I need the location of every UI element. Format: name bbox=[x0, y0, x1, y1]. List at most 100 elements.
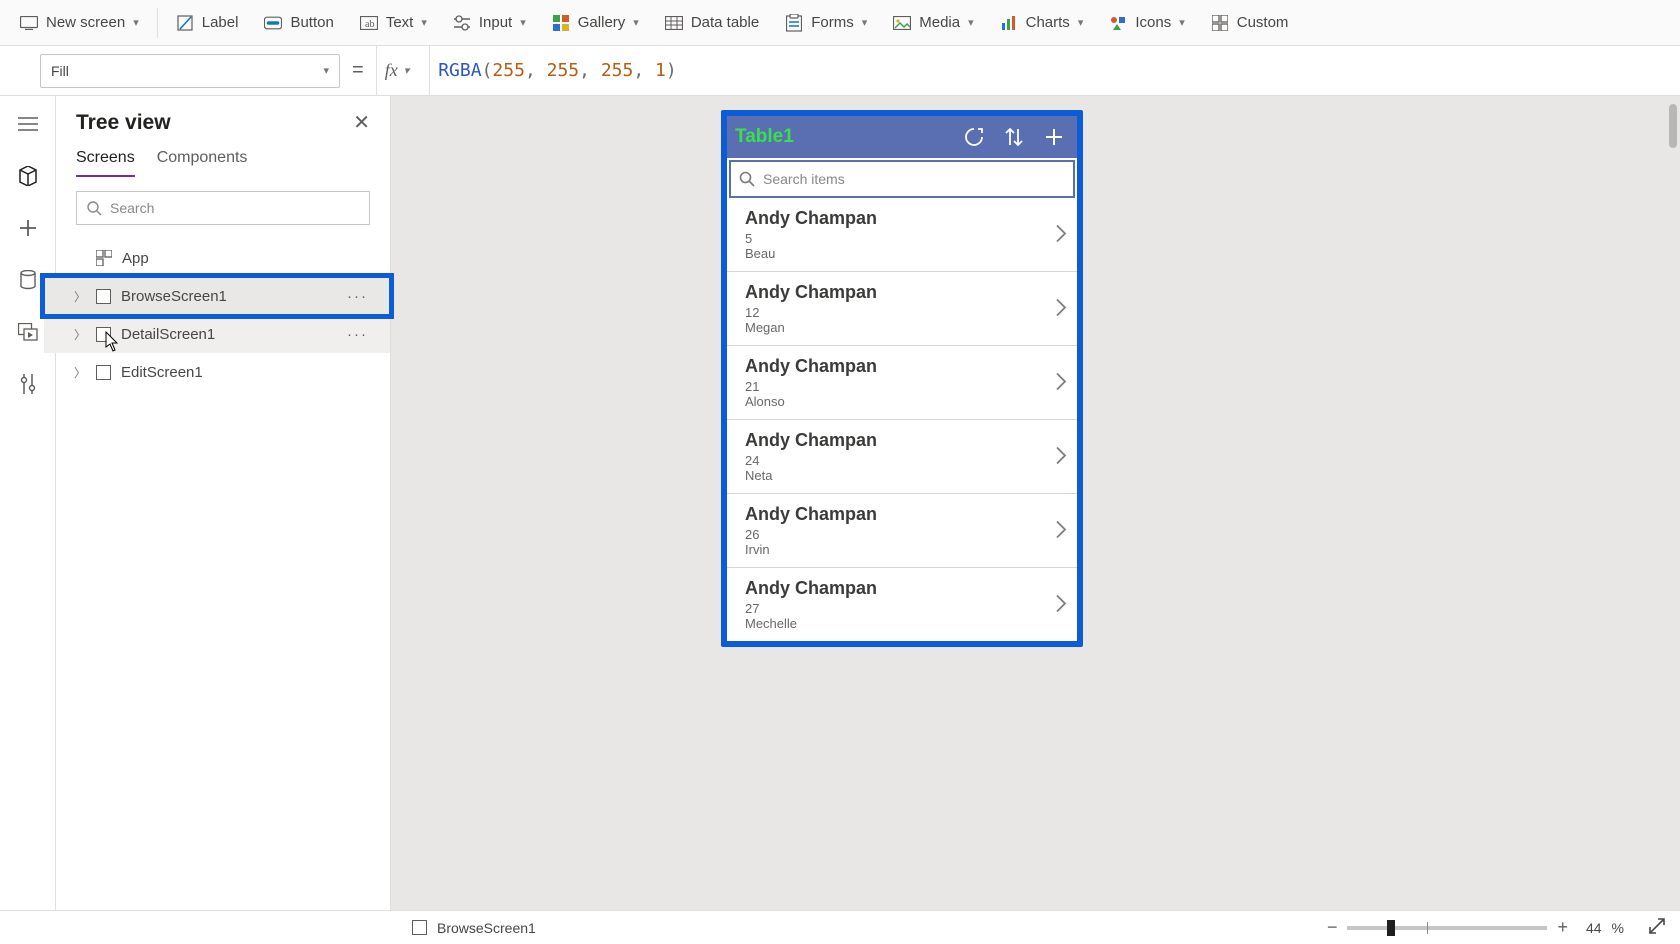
sort-icon[interactable] bbox=[999, 122, 1029, 152]
property-dropdown[interactable]: Fill ▾ bbox=[40, 54, 340, 88]
canvas[interactable]: Table1 Search items Andy Champan 5 bbox=[391, 96, 1680, 910]
status-selected-label: BrowseScreen1 bbox=[437, 920, 536, 936]
formula-arg-3: 1 bbox=[655, 60, 666, 81]
text-button-label: Text bbox=[386, 14, 414, 31]
list-item-sub2: Alonso bbox=[745, 394, 1063, 409]
hamburger-icon[interactable] bbox=[16, 112, 40, 136]
chevron-down-icon: ▾ bbox=[1078, 16, 1084, 29]
icons-button-label: Icons bbox=[1135, 14, 1171, 31]
list-item-sub1: 12 bbox=[745, 305, 1063, 320]
chevron-right-icon[interactable] bbox=[1055, 519, 1067, 542]
button-button-label: Button bbox=[290, 14, 333, 31]
button-button[interactable]: Button bbox=[252, 8, 345, 38]
text-button[interactable]: ab Text ▾ bbox=[348, 8, 439, 38]
charts-button-label: Charts bbox=[1026, 14, 1070, 31]
text-icon: ab bbox=[360, 14, 378, 32]
charts-button[interactable]: Charts ▾ bbox=[988, 8, 1096, 38]
tree-item-editscreen1[interactable]: 〉 EditScreen1 bbox=[44, 353, 390, 391]
tree-view-panel: Tree view ✕ Screens Components Search Ap… bbox=[56, 96, 391, 910]
more-icon[interactable]: ··· bbox=[347, 288, 368, 305]
list-item-title: Andy Champan bbox=[745, 578, 1063, 599]
zoom-out-button[interactable]: − bbox=[1327, 917, 1338, 938]
list-item-sub1: 24 bbox=[745, 453, 1063, 468]
forms-button[interactable]: Forms ▾ bbox=[773, 8, 879, 38]
input-icon bbox=[453, 14, 471, 32]
expand-icon[interactable]: 〉 bbox=[74, 326, 86, 343]
tree-item-browsescreen1[interactable]: 〉 BrowseScreen1 ··· bbox=[44, 277, 390, 315]
tree-search-input[interactable]: Search bbox=[76, 191, 370, 225]
tree-view-icon[interactable] bbox=[16, 164, 40, 188]
gallery-button[interactable]: Gallery ▾ bbox=[540, 8, 651, 38]
new-screen-button[interactable]: New screen ▾ bbox=[8, 8, 158, 38]
zoom-in-button[interactable]: + bbox=[1557, 917, 1568, 938]
tree-item-detailscreen1[interactable]: 〉 DetailScreen1 ··· bbox=[44, 315, 390, 353]
icons-icon bbox=[1109, 14, 1127, 32]
icons-button[interactable]: Icons ▾ bbox=[1097, 8, 1196, 38]
chevron-down-icon: ▾ bbox=[404, 64, 410, 77]
list-item[interactable]: Andy Champan 27 Mechelle bbox=[727, 568, 1077, 641]
advanced-tools-icon[interactable] bbox=[16, 372, 40, 396]
list-item[interactable]: Andy Champan 5 Beau bbox=[727, 198, 1077, 272]
app-preview-search[interactable]: Search items bbox=[729, 160, 1075, 198]
list-item[interactable]: Andy Champan 26 Irvin bbox=[727, 494, 1077, 568]
chevron-right-icon[interactable] bbox=[1055, 445, 1067, 468]
app-preview-title: Table1 bbox=[735, 126, 949, 148]
add-icon[interactable] bbox=[1039, 122, 1069, 152]
data-icon[interactable] bbox=[16, 268, 40, 292]
app-preview-header: Table1 bbox=[727, 116, 1077, 158]
zoom-slider[interactable] bbox=[1347, 926, 1547, 930]
svg-text:ab: ab bbox=[365, 19, 374, 30]
list-item[interactable]: Andy Champan 12 Megan bbox=[727, 272, 1077, 346]
fx-button[interactable]: fx ▾ bbox=[376, 46, 418, 95]
app-icon bbox=[96, 250, 112, 266]
refresh-icon[interactable] bbox=[959, 122, 989, 152]
tree-item-label: BrowseScreen1 bbox=[121, 288, 227, 305]
formula-input[interactable]: RGBA(255, 255, 255, 1) bbox=[429, 46, 677, 95]
list-item[interactable]: Andy Champan 21 Alonso bbox=[727, 346, 1077, 420]
list-item-sub2: Megan bbox=[745, 320, 1063, 335]
tree-item-app-label: App bbox=[122, 250, 149, 267]
equals-sign: = bbox=[352, 59, 364, 82]
tree-tabs: Screens Components bbox=[56, 139, 390, 177]
data-table-button-label: Data table bbox=[691, 14, 759, 31]
expand-icon[interactable]: 〉 bbox=[74, 288, 86, 305]
fit-to-screen-icon[interactable] bbox=[1648, 917, 1666, 938]
custom-icon bbox=[1211, 14, 1229, 32]
chevron-down-icon: ▾ bbox=[1179, 16, 1185, 29]
search-icon bbox=[87, 201, 102, 216]
status-bar: BrowseScreen1 − + 44 % bbox=[0, 910, 1680, 944]
tree-search-placeholder: Search bbox=[110, 200, 154, 216]
media-icon bbox=[893, 14, 911, 32]
media-button[interactable]: Media ▾ bbox=[881, 8, 985, 38]
label-button[interactable]: Label bbox=[164, 8, 251, 38]
label-button-label: Label bbox=[202, 14, 239, 31]
search-icon bbox=[739, 171, 755, 187]
gallery-icon bbox=[552, 14, 570, 32]
data-table-icon bbox=[665, 14, 683, 32]
chevron-down-icon: ▾ bbox=[133, 16, 139, 29]
new-screen-label: New screen bbox=[46, 14, 125, 31]
data-table-button[interactable]: Data table bbox=[653, 8, 771, 38]
app-preview[interactable]: Table1 Search items Andy Champan 5 bbox=[721, 110, 1083, 647]
chevron-right-icon[interactable] bbox=[1055, 297, 1067, 320]
main-area: Tree view ✕ Screens Components Search Ap… bbox=[0, 96, 1680, 910]
close-icon[interactable]: ✕ bbox=[353, 110, 370, 135]
list-item[interactable]: Andy Champan 24 Neta bbox=[727, 420, 1077, 494]
input-button[interactable]: Input ▾ bbox=[441, 8, 538, 38]
media-pane-icon[interactable] bbox=[16, 320, 40, 344]
expand-icon[interactable]: 〉 bbox=[74, 364, 86, 381]
tree-item-label: EditScreen1 bbox=[121, 364, 203, 381]
tab-components[interactable]: Components bbox=[157, 149, 248, 177]
more-icon[interactable]: ··· bbox=[347, 326, 368, 343]
tab-screens[interactable]: Screens bbox=[76, 149, 135, 177]
chevron-right-icon[interactable] bbox=[1055, 223, 1067, 246]
scrollbar-thumb[interactable] bbox=[1669, 104, 1677, 148]
tree-item-app[interactable]: App bbox=[44, 239, 390, 277]
chevron-right-icon[interactable] bbox=[1055, 593, 1067, 616]
insert-plus-icon[interactable] bbox=[16, 216, 40, 240]
screen-thumb-icon bbox=[96, 365, 111, 380]
chevron-right-icon[interactable] bbox=[1055, 371, 1067, 394]
fx-icon: fx bbox=[385, 60, 398, 81]
custom-button[interactable]: Custom bbox=[1199, 8, 1301, 38]
list-item-sub2: Irvin bbox=[745, 542, 1063, 557]
